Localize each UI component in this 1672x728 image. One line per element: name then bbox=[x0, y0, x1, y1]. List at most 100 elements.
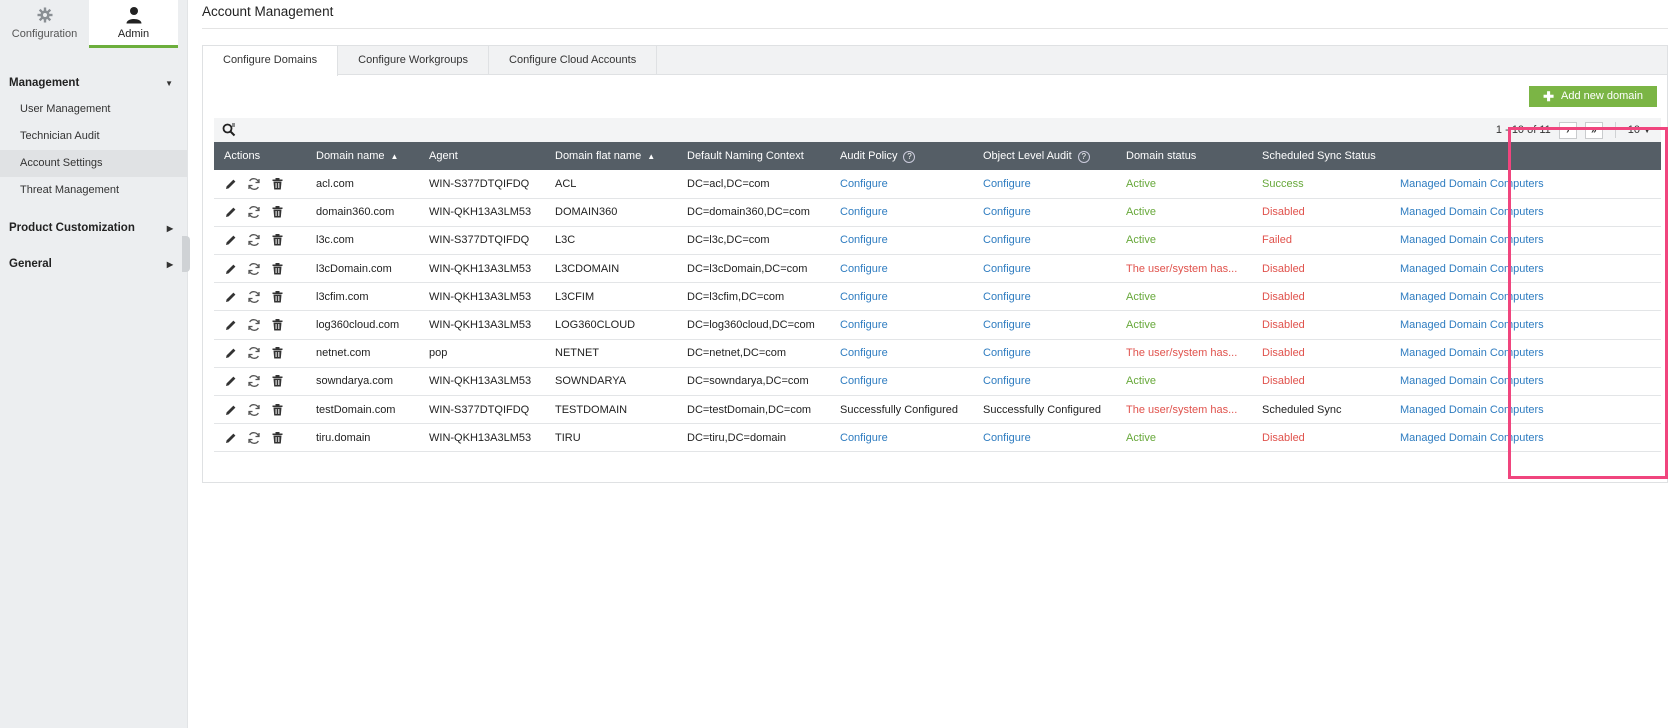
managed-computers-link[interactable]: Managed Domain Computers bbox=[1390, 395, 1661, 425]
managed-computers-link[interactable]: Managed Domain Computers bbox=[1390, 254, 1661, 284]
sync-icon[interactable] bbox=[247, 374, 261, 388]
sync-icon[interactable] bbox=[247, 262, 261, 276]
audit-policy-cell-text[interactable]: Configure bbox=[840, 347, 888, 359]
sync-icon[interactable] bbox=[247, 177, 261, 191]
col-domain-name[interactable]: Domain name ▲ bbox=[306, 142, 419, 170]
object-audit-cell[interactable]: Configure bbox=[973, 198, 1116, 227]
sync-icon[interactable] bbox=[247, 403, 261, 417]
object-audit-cell-text[interactable]: Configure bbox=[983, 178, 1031, 190]
delete-icon[interactable] bbox=[270, 177, 284, 191]
edit-icon[interactable] bbox=[224, 431, 238, 445]
audit-policy-cell-text[interactable]: Configure bbox=[840, 375, 888, 387]
audit-policy-cell[interactable]: Configure bbox=[830, 282, 973, 312]
managed-computers-link-text[interactable]: Managed Domain Computers bbox=[1400, 291, 1544, 303]
page-size-select[interactable]: 10 ▼ bbox=[1628, 124, 1651, 136]
object-audit-cell-text[interactable]: Configure bbox=[983, 319, 1031, 331]
object-audit-cell[interactable]: Configure bbox=[973, 254, 1116, 284]
edit-icon[interactable] bbox=[224, 205, 238, 219]
audit-policy-cell-text[interactable]: Configure bbox=[840, 432, 888, 444]
col-domain-status[interactable]: Domain status bbox=[1116, 142, 1252, 170]
sync-icon[interactable] bbox=[247, 233, 261, 247]
audit-policy-cell[interactable]: Configure bbox=[830, 226, 973, 256]
sync-icon[interactable] bbox=[247, 431, 261, 445]
menu-management[interactable]: Management ▼ bbox=[0, 73, 187, 93]
edit-icon[interactable] bbox=[224, 290, 238, 304]
audit-policy-cell[interactable]: Configure bbox=[830, 254, 973, 284]
delete-icon[interactable] bbox=[270, 262, 284, 276]
col-domain-flat-name[interactable]: Domain flat name ▲ bbox=[545, 142, 677, 170]
sidebar-item-technician-audit[interactable]: Technician Audit bbox=[0, 123, 187, 150]
delete-icon[interactable] bbox=[270, 233, 284, 247]
managed-computers-link[interactable]: Managed Domain Computers bbox=[1390, 423, 1661, 453]
sync-icon[interactable] bbox=[247, 346, 261, 360]
col-agent[interactable]: Agent bbox=[419, 142, 545, 170]
tab-configure-domains[interactable]: Configure Domains bbox=[203, 46, 339, 76]
managed-computers-link-text[interactable]: Managed Domain Computers bbox=[1400, 432, 1544, 444]
object-audit-cell[interactable]: Configure bbox=[973, 170, 1116, 199]
tab-configure-cloud-accounts[interactable]: Configure Cloud Accounts bbox=[489, 46, 658, 74]
object-audit-cell-text[interactable]: Configure bbox=[983, 347, 1031, 359]
audit-policy-cell-text[interactable]: Configure bbox=[840, 263, 888, 275]
audit-policy-cell[interactable]: Configure bbox=[830, 170, 973, 199]
object-audit-cell-text[interactable]: Configure bbox=[983, 291, 1031, 303]
delete-icon[interactable] bbox=[270, 290, 284, 304]
edit-icon[interactable] bbox=[224, 403, 238, 417]
managed-computers-link-text[interactable]: Managed Domain Computers bbox=[1400, 263, 1544, 275]
delete-icon[interactable] bbox=[270, 205, 284, 219]
next-page-icon[interactable]: › bbox=[1558, 121, 1577, 139]
edit-icon[interactable] bbox=[224, 262, 238, 276]
managed-computers-link-text[interactable]: Managed Domain Computers bbox=[1400, 234, 1544, 246]
managed-computers-link-text[interactable]: Managed Domain Computers bbox=[1400, 375, 1544, 387]
object-audit-cell[interactable]: Configure bbox=[973, 339, 1116, 368]
add-domain-button[interactable]: ✚ Add new domain bbox=[1529, 86, 1657, 107]
edit-icon[interactable] bbox=[224, 374, 238, 388]
audit-policy-cell-text[interactable]: Configure bbox=[840, 319, 888, 331]
col-audit-policy[interactable]: Audit Policy? bbox=[830, 142, 973, 170]
delete-icon[interactable] bbox=[270, 431, 284, 445]
object-audit-cell[interactable]: Configure bbox=[973, 282, 1116, 312]
menu-product-customization[interactable]: Product Customization ▶ bbox=[0, 216, 187, 240]
audit-policy-cell[interactable]: Configure bbox=[830, 310, 973, 340]
sync-icon[interactable] bbox=[247, 205, 261, 219]
sync-icon[interactable] bbox=[247, 318, 261, 332]
object-audit-cell-text[interactable]: Configure bbox=[983, 263, 1031, 275]
managed-computers-link-text[interactable]: Managed Domain Computers bbox=[1400, 404, 1544, 416]
sidebar-item-user-management[interactable]: User Management bbox=[0, 96, 187, 123]
audit-policy-cell[interactable]: Configure bbox=[830, 423, 973, 453]
edit-icon[interactable] bbox=[224, 233, 238, 247]
object-audit-cell[interactable]: Configure bbox=[973, 226, 1116, 256]
delete-icon[interactable] bbox=[270, 346, 284, 360]
edit-icon[interactable] bbox=[224, 318, 238, 332]
last-page-icon[interactable]: » bbox=[1584, 121, 1603, 139]
object-audit-cell[interactable]: Configure bbox=[973, 423, 1116, 453]
sidebar-item-threat-management[interactable]: Threat Management bbox=[0, 177, 187, 204]
delete-icon[interactable] bbox=[270, 403, 284, 417]
search-icon[interactable] bbox=[222, 123, 236, 137]
object-audit-cell-text[interactable]: Configure bbox=[983, 206, 1031, 218]
managed-computers-link[interactable]: Managed Domain Computers bbox=[1390, 310, 1661, 340]
object-audit-cell-text[interactable]: Configure bbox=[983, 432, 1031, 444]
nav-configuration[interactable]: Configuration bbox=[0, 0, 89, 48]
audit-policy-cell[interactable]: Configure bbox=[830, 198, 973, 227]
managed-computers-link[interactable]: Managed Domain Computers bbox=[1390, 226, 1661, 256]
audit-policy-cell-text[interactable]: Configure bbox=[840, 178, 888, 190]
object-audit-cell-text[interactable]: Configure bbox=[983, 375, 1031, 387]
managed-computers-link[interactable]: Managed Domain Computers bbox=[1390, 282, 1661, 312]
audit-policy-cell[interactable]: Configure bbox=[830, 339, 973, 368]
managed-computers-link-text[interactable]: Managed Domain Computers bbox=[1400, 347, 1544, 359]
object-audit-cell[interactable]: Configure bbox=[973, 367, 1116, 397]
managed-computers-link-text[interactable]: Managed Domain Computers bbox=[1400, 178, 1544, 190]
help-icon[interactable]: ? bbox=[903, 150, 916, 163]
tab-configure-workgroups[interactable]: Configure Workgroups bbox=[338, 46, 490, 74]
edit-icon[interactable] bbox=[224, 177, 238, 191]
col-object-level-audit[interactable]: Object Level Audit? bbox=[973, 142, 1116, 170]
delete-icon[interactable] bbox=[270, 318, 284, 332]
delete-icon[interactable] bbox=[270, 374, 284, 388]
managed-computers-link[interactable]: Managed Domain Computers bbox=[1390, 198, 1661, 227]
sidebar-collapse-handle[interactable] bbox=[182, 236, 190, 272]
audit-policy-cell-text[interactable]: Configure bbox=[840, 206, 888, 218]
audit-policy-cell-text[interactable]: Configure bbox=[840, 291, 888, 303]
menu-general[interactable]: General ▶ bbox=[0, 252, 187, 276]
edit-icon[interactable] bbox=[224, 346, 238, 360]
object-audit-cell-text[interactable]: Configure bbox=[983, 234, 1031, 246]
